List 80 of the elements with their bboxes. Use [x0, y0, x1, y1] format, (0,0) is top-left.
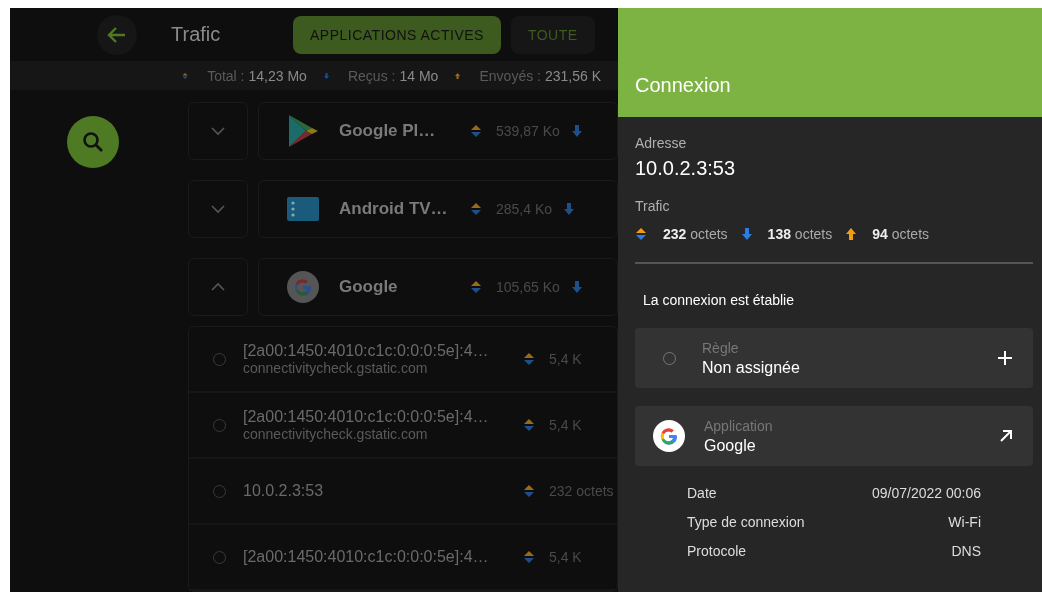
- connection-address: [2a00:1450:4010:c1c:0:0:0:5e]:4…: [243, 548, 490, 566]
- rule-card[interactable]: Règle Non assignée: [635, 328, 1033, 388]
- app-traffic: 285,4 Ko: [496, 201, 553, 217]
- detail-label: Protocole: [687, 542, 747, 559]
- plus-icon[interactable]: [997, 350, 1013, 366]
- down-arrow-icon: [564, 203, 575, 215]
- app-card[interactable]: Google Pl… 539,87 Ko: [258, 102, 618, 160]
- summary-value: 14 Mo: [399, 67, 439, 84]
- connection-traffic: 5,4 K: [549, 417, 582, 433]
- connection-host: connectivitycheck.gstatic.com: [243, 426, 429, 442]
- connection-traffic: 5,4 K: [549, 549, 582, 565]
- chevron-down-icon: [211, 204, 225, 214]
- summary-label: Envoyés :: [479, 67, 541, 84]
- summary-label: Total :: [207, 67, 245, 84]
- up-down-arrows-icon: [635, 227, 647, 241]
- summary-value: 14,23 Mo: [248, 67, 307, 84]
- chevron-up-icon: [211, 282, 225, 292]
- expand-toggle[interactable]: [188, 102, 248, 160]
- traffic-value: 94 octets: [872, 226, 930, 242]
- down-arrow-icon: [741, 228, 752, 240]
- down-arrow-icon: [571, 125, 582, 137]
- summary-label: Reçus :: [347, 67, 396, 84]
- rule-label: Règle: [702, 339, 740, 356]
- summary-value: 231,56 K: [544, 67, 601, 84]
- list-panel-icon: [287, 197, 319, 221]
- application-value: Google: [704, 436, 757, 455]
- traffic-value: 138 octets: [767, 226, 833, 242]
- down-arrow-icon: [571, 281, 582, 293]
- g-logo-icon: [287, 271, 319, 303]
- traffic-value: 232 octets: [663, 226, 728, 242]
- traffic-label: Trafic: [635, 198, 670, 214]
- screen-title: Trafic: [171, 23, 222, 47]
- expand-toggle[interactable]: [188, 180, 248, 238]
- app-card[interactable]: Android TV… 285,4 Ko: [258, 180, 618, 238]
- app-traffic: 105,65 Ko: [496, 279, 560, 295]
- connection-traffic: 232 octets: [549, 483, 614, 499]
- tab[interactable]: APPLICATIONS ACTIVES: [293, 15, 501, 54]
- up-down-arrows-icon: [523, 550, 535, 564]
- rule-value: Non assignée: [702, 358, 801, 377]
- connection-address: [2a00:1450:4010:c1c:0:0:0:5e]:4…: [243, 408, 490, 426]
- up-down-arrows-icon: [470, 202, 482, 216]
- connection-host: connectivitycheck.gstatic.com: [243, 360, 429, 376]
- search-button[interactable]: [67, 116, 119, 168]
- app-traffic: 539,87 Ko: [496, 123, 560, 139]
- address-label: Adresse: [635, 135, 687, 151]
- open-arrow-icon[interactable]: [999, 429, 1013, 443]
- connection-row[interactable]: [2a00:1450:4010:c1c:0:0:0:5e]:4… connectivitycheck.gstatic.com 5,4 K: [189, 393, 617, 459]
- application-label: Application: [704, 417, 774, 434]
- connection-address: 10.0.2.3:53: [243, 482, 325, 500]
- expand-toggle[interactable]: [188, 258, 248, 316]
- up-down-arrows-icon: [523, 418, 535, 432]
- connection-row[interactable]: [2a00:1450:4010:c1c:0:0:0:5e]:4… 5,4 K: [189, 525, 617, 591]
- detail-label: Type de connexion: [687, 513, 805, 530]
- tab[interactable]: TOUTE: [510, 15, 595, 54]
- detail-value: 09/07/2022 00:06: [872, 484, 981, 501]
- application-card[interactable]: Application Google: [635, 406, 1033, 466]
- detail-value: DNS: [951, 542, 981, 559]
- up-arrow-icon: [846, 228, 857, 240]
- app-name: Android TV…: [339, 199, 449, 219]
- up-down-arrows-icon: [470, 124, 482, 138]
- panel-title: Connexion: [635, 74, 731, 97]
- app-card[interactable]: Google 105,65 Ko: [258, 258, 618, 316]
- play-triangle-icon: [287, 114, 319, 148]
- app-name: Google Pl…: [339, 121, 437, 141]
- up-down-arrows-icon: [523, 484, 535, 498]
- app-name: Google: [339, 277, 399, 297]
- detail-value: Wi-Fi: [948, 513, 981, 530]
- back-button[interactable]: [97, 14, 137, 55]
- connection-row[interactable]: 10.0.2.3:53 232 octets: [189, 459, 617, 525]
- detail-label: Date: [687, 484, 717, 501]
- address-value: 10.0.2.3:53: [635, 157, 736, 180]
- up-down-arrows-icon: [523, 352, 535, 366]
- up-down-arrows-icon: [470, 280, 482, 294]
- connection-status: La connexion est établie: [643, 292, 794, 308]
- chevron-down-icon: [211, 126, 225, 136]
- g-logo-icon: [653, 420, 685, 452]
- connection-row[interactable]: [2a00:1450:4010:c1c:0:0:0:5e]:4… connectivitycheck.gstatic.com 5,4 K: [189, 327, 617, 393]
- connection-traffic: 5,4 K: [549, 351, 582, 367]
- search-icon: [81, 130, 105, 154]
- connection-address: [2a00:1450:4010:c1c:0:0:0:5e]:4…: [243, 342, 490, 360]
